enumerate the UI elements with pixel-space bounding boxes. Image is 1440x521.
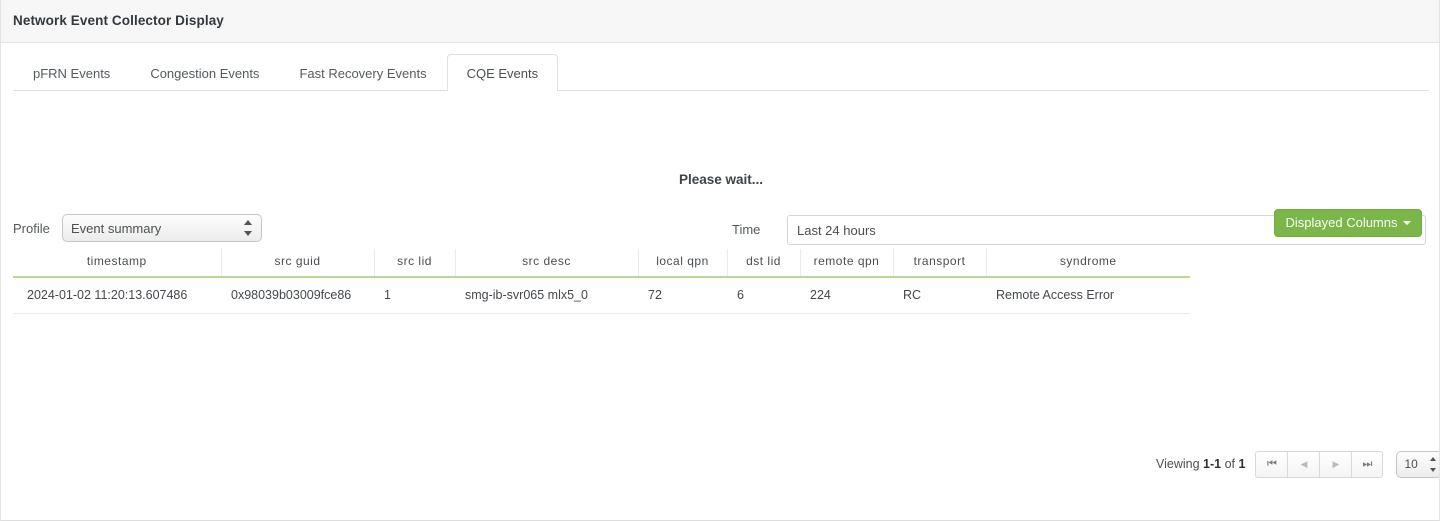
tab-bar: pFRN Events Congestion Events Fast Recov… [13, 54, 1429, 91]
displayed-columns-button[interactable]: Displayed Columns [1274, 209, 1422, 237]
displayed-columns-label: Displayed Columns [1286, 215, 1398, 230]
cell-local-qpn: 72 [638, 277, 727, 314]
column-header-timestamp[interactable]: timestamp [13, 249, 221, 277]
column-header-src-lid[interactable]: src lid [374, 249, 455, 277]
previous-page-button[interactable]: ◀ [1287, 451, 1319, 478]
viewing-label: Viewing [1156, 457, 1200, 471]
table-body: 2024-01-02 11:20:13.607486 0x98039b03009… [13, 277, 1190, 314]
tab-fast-recovery-events[interactable]: Fast Recovery Events [279, 54, 446, 91]
tab-pfrn-events[interactable]: pFRN Events [13, 54, 130, 91]
pagination-summary: Viewing 1-1 of 1 [1156, 457, 1245, 471]
viewing-range: 1-1 [1203, 457, 1221, 471]
viewing-total: 1 [1239, 457, 1246, 471]
last-page-icon: ⏭ [1363, 459, 1373, 470]
column-header-src-guid[interactable]: src guid [221, 249, 374, 277]
panel-header: Network Event Collector Display [1, 0, 1440, 43]
cell-timestamp: 2024-01-02 11:20:13.607486 [13, 277, 221, 314]
profile-select[interactable]: Event summary [62, 214, 262, 242]
cell-remote-qpn: 224 [800, 277, 893, 314]
tab-congestion-events[interactable]: Congestion Events [130, 54, 279, 91]
profile-label: Profile [13, 221, 50, 236]
pagination-bar: Viewing 1-1 of 1 ⏮ ◀ ▶ ⏭ 10 [1156, 450, 1440, 478]
table-row[interactable]: 2024-01-02 11:20:13.607486 0x98039b03009… [13, 277, 1190, 314]
of-label: of [1225, 457, 1235, 471]
page-size-select[interactable]: 10 [1396, 451, 1440, 478]
first-page-button[interactable]: ⏮ [1255, 451, 1287, 478]
cell-transport: RC [893, 277, 986, 314]
cell-src-lid: 1 [374, 277, 455, 314]
cell-syndrome: Remote Access Error [986, 277, 1190, 314]
caret-down-icon [1403, 221, 1411, 225]
network-event-collector-panel: Network Event Collector Display pFRN Eve… [0, 0, 1440, 521]
page-size-control: 10 [1396, 451, 1440, 478]
next-page-button[interactable]: ▶ [1319, 451, 1351, 478]
column-header-transport[interactable]: transport [893, 249, 986, 277]
please-wait-status: Please wait... [1, 172, 1440, 187]
cell-src-desc: smg-ib-svr065 mlx5_0 [455, 277, 638, 314]
column-header-dst-lid[interactable]: dst lid [727, 249, 800, 277]
filter-row: Profile Event summary Time Last 24 hours [1, 100, 1440, 158]
events-table-container: timestamp src guid src lid src desc loca… [13, 249, 1190, 314]
first-page-icon: ⏮ [1267, 459, 1277, 470]
next-page-icon: ▶ [1333, 460, 1340, 469]
previous-page-icon: ◀ [1301, 460, 1308, 469]
time-label: Time [732, 222, 760, 237]
column-header-local-qpn[interactable]: local qpn [638, 249, 727, 277]
cell-dst-lid: 6 [727, 277, 800, 314]
cell-src-guid: 0x98039b03009fce86 [221, 277, 374, 314]
tab-cqe-events[interactable]: CQE Events [447, 54, 559, 91]
events-table: timestamp src guid src lid src desc loca… [13, 249, 1190, 314]
column-header-remote-qpn[interactable]: remote qpn [800, 249, 893, 277]
column-header-syndrome[interactable]: syndrome [986, 249, 1190, 277]
page-title: Network Event Collector Display [13, 13, 224, 28]
column-header-src-desc[interactable]: src desc [455, 249, 638, 277]
table-header-row: timestamp src guid src lid src desc loca… [13, 249, 1190, 277]
last-page-button[interactable]: ⏭ [1351, 451, 1383, 478]
